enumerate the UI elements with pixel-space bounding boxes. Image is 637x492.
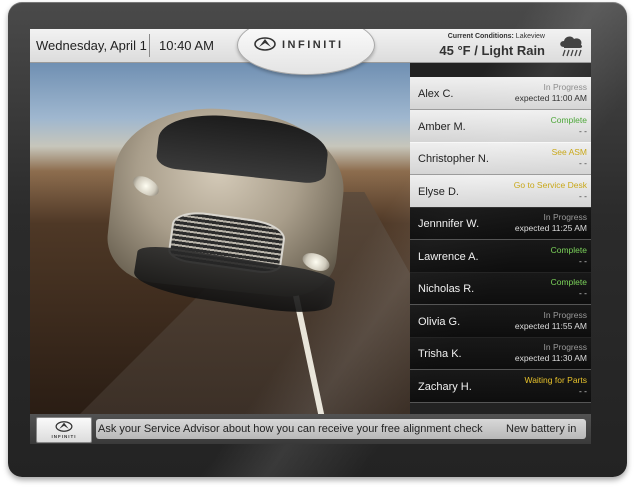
customer-name: Zachary H. bbox=[418, 380, 472, 393]
weather-label-title: Current Conditions: bbox=[447, 33, 514, 40]
brand-name: INFINITI bbox=[282, 39, 344, 51]
display-screen: Wednesday, April 1 10:40 AM INFINITI Cur… bbox=[30, 29, 591, 444]
status-detail: - - bbox=[578, 385, 587, 396]
weather-value: 45 °F / Light Rain bbox=[439, 43, 545, 58]
service-status: In Progress bbox=[543, 82, 587, 92]
header-divider bbox=[149, 34, 150, 57]
service-status: Complete bbox=[550, 244, 587, 255]
customer-row: Lawrence A. Complete - - bbox=[410, 239, 591, 273]
service-status: In Progress bbox=[543, 342, 587, 352]
customer-name: Olivia G. bbox=[418, 315, 461, 328]
header-bar: Wednesday, April 1 10:40 AM INFINITI Cur… bbox=[30, 29, 591, 75]
status-detail: expected 11:55 AM bbox=[514, 320, 587, 331]
ticker-message-bar: Ask your Service Advisor about how you c… bbox=[96, 419, 586, 439]
customer-name: Lawrence A. bbox=[418, 250, 479, 263]
infiniti-logo-icon bbox=[254, 37, 276, 51]
customer-row: Zachary H. Waiting for Parts - - bbox=[410, 369, 591, 403]
customer-name: Amber M. bbox=[418, 120, 466, 133]
customer-row: Trisha K. In Progress expected 11:30 AM bbox=[410, 337, 591, 370]
status-detail: - - bbox=[578, 158, 587, 168]
ticker-message: Ask your Service Advisor about how you c… bbox=[98, 423, 483, 435]
customer-name: Christopher N. bbox=[418, 153, 489, 165]
ticker-logo-badge: INFINITI bbox=[36, 417, 92, 443]
service-status: See ASM bbox=[551, 147, 587, 157]
service-status-list: Alex C. In Progress expected 11:00 AM Amber… bbox=[410, 77, 591, 403]
vehicle-promo-photo bbox=[30, 62, 410, 414]
customer-row: Elyse D. Go to Service Desk - - bbox=[410, 174, 591, 208]
customer-name: Trisha K. bbox=[418, 348, 462, 360]
status-detail: - - bbox=[578, 190, 587, 201]
customer-row: Christopher N. See ASM - - bbox=[410, 142, 591, 175]
status-detail: expected 11:25 AM bbox=[514, 223, 587, 233]
service-status: Complete bbox=[550, 277, 587, 287]
service-status: Complete bbox=[550, 114, 587, 125]
rain-cloud-icon bbox=[560, 36, 583, 57]
weather-label: Current Conditions: Lakeview bbox=[448, 33, 545, 40]
status-detail: - - bbox=[578, 125, 587, 136]
customer-name: Alex C. bbox=[418, 88, 454, 100]
current-time: 10:40 AM bbox=[159, 38, 214, 53]
customer-row: Amber M. Complete - - bbox=[410, 109, 591, 143]
customer-name: Jennnifer W. bbox=[418, 218, 480, 230]
status-detail: - - bbox=[578, 255, 587, 266]
customer-row: Alex C. In Progress expected 11:00 AM bbox=[410, 77, 591, 110]
weather-location: Lakeview bbox=[513, 33, 545, 40]
customer-name: Nicholas R. bbox=[418, 283, 475, 295]
customer-row: Olivia G. In Progress expected 11:55 AM bbox=[410, 304, 591, 338]
ticker-logo-text: INFINITI bbox=[51, 434, 77, 439]
customer-row: Nicholas R. Complete - - bbox=[410, 272, 591, 305]
customer-name: Elyse D. bbox=[418, 185, 459, 198]
service-status: Go to Service Desk bbox=[513, 179, 587, 190]
ticker-bar: INFINITI Ask your Service Advisor about … bbox=[30, 414, 591, 444]
ticker-message-next: New battery in bbox=[506, 423, 577, 435]
status-detail: - - bbox=[578, 288, 587, 298]
service-status: In Progress bbox=[543, 212, 587, 222]
status-detail: expected 11:00 AM bbox=[514, 93, 587, 103]
status-detail: expected 11:30 AM bbox=[514, 353, 587, 363]
service-status: In Progress bbox=[543, 309, 587, 320]
current-date: Wednesday, April 1 bbox=[36, 38, 147, 53]
service-status: Waiting for Parts bbox=[524, 374, 587, 385]
customer-row: Jennnifer W. In Progress expected 11:25 AM bbox=[410, 207, 591, 240]
infiniti-logo-icon bbox=[55, 421, 73, 432]
